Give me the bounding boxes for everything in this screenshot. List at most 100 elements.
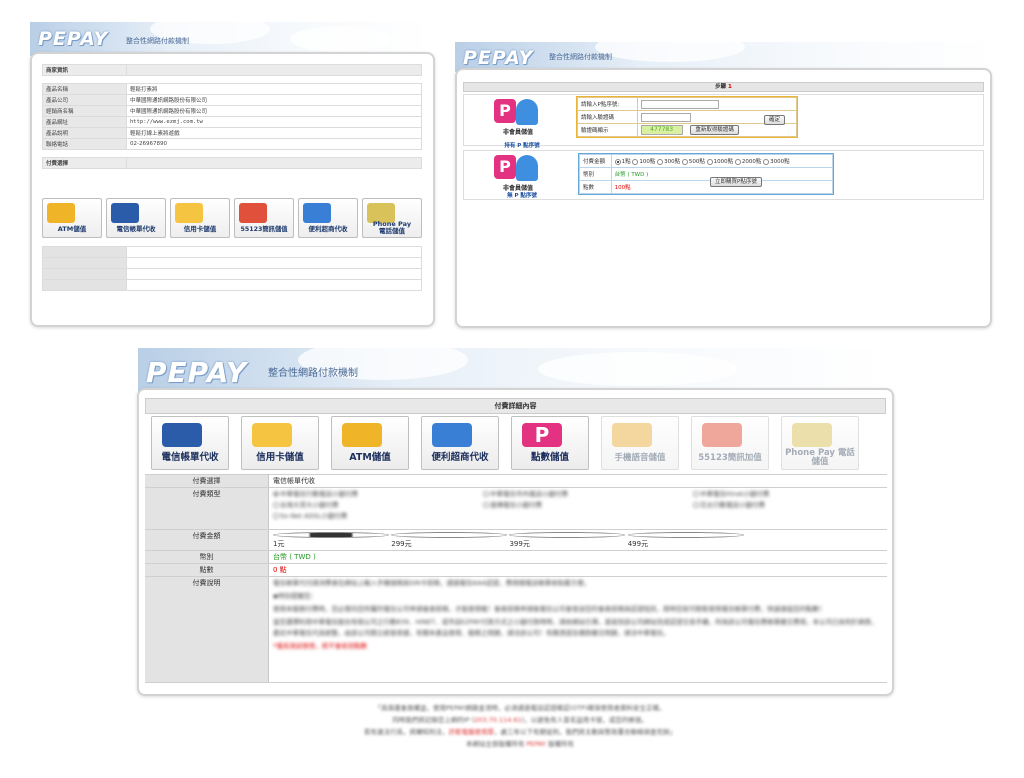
type-option[interactable]: 中華電信市內電話小額付費 xyxy=(483,489,673,500)
credit-card-button[interactable]: 信用卡儲值 xyxy=(241,416,319,470)
amount-radio-500[interactable]: 500點 xyxy=(681,158,705,165)
refresh-captcha-button[interactable]: 重新取得驗證碼 xyxy=(690,125,739,135)
amount-radio-399[interactable]: 399元 xyxy=(509,531,626,549)
atm-button[interactable]: ATM儲值 xyxy=(42,198,102,238)
pepay-logo: PEPAY xyxy=(146,356,248,389)
atm-icon xyxy=(47,203,75,223)
product-url-link[interactable]: http://www.ezmj.com.tw xyxy=(126,116,422,128)
amount-radio-1[interactable]: 1元 xyxy=(273,531,389,549)
banner-subtitle: 整合性網路付款機制 xyxy=(126,37,189,45)
points-button[interactable]: P 點數儲值 xyxy=(511,416,589,470)
captcha-image: 477783 xyxy=(640,125,683,135)
button-label: 便利超商代收 xyxy=(431,452,489,463)
ip-address: 203.70.114.61 xyxy=(474,716,522,724)
pepay-logo: PEPAY xyxy=(463,47,534,69)
payment-detail-table: 付費選擇 電信帳單代收 付費類型 中華電信行動電話小額付費 中華電信市內電話小額… xyxy=(145,474,887,683)
button-label: 便利超商代收 xyxy=(308,225,348,233)
button-label: 手機語音儲值 xyxy=(614,453,666,463)
footer-line: 同時我們將記錄您上網的IP (203.70.114.61)，以避免有人冒名盜用卡… xyxy=(392,716,648,724)
p-point-icon: P 非會員儲值 xyxy=(488,153,548,195)
banner-panel3: PEPAY 整合性網路付款機制 xyxy=(138,348,893,392)
convenience-store-button[interactable]: 便利超商代收 xyxy=(298,198,358,238)
telecom-billing-button[interactable]: 電信帳單代收 xyxy=(106,198,166,238)
empty-table xyxy=(42,246,422,291)
info-label: 經銷商名稱 xyxy=(42,105,127,117)
payment-buttons: ATM儲值 電信帳單代收 信用卡儲值 55123簡訊儲值 便利超商代收 Phon… xyxy=(42,198,422,238)
convenience-store-button[interactable]: 便利超商代收 xyxy=(421,416,499,470)
serial-input[interactable] xyxy=(640,99,719,109)
amount-radio-299[interactable]: 299元 xyxy=(391,531,508,549)
pp-card-panel: 步驟 1 P 非會員儲值 持有 P 點序號 請輸入P點序號: 請輸入驗證碼 驗證… xyxy=(455,68,992,328)
amount-radio-300[interactable]: 300點 xyxy=(657,158,680,165)
info-value: 02-26967890 xyxy=(126,138,422,150)
payment-method-icons: 電信帳單代收 信用卡儲值 ATM儲值 便利超商代收 P 點數儲值 手機語音儲值 … xyxy=(151,416,859,470)
info-label: 產品公司 xyxy=(42,94,127,106)
phone-pay-sublabel: 電話儲值 xyxy=(379,227,405,235)
button-label: 電信帳單代收 xyxy=(116,225,156,233)
credit-card-button[interactable]: 信用卡儲值 xyxy=(170,198,230,238)
currency-value: 台幣 ( TWD ) xyxy=(268,550,887,564)
info-value: 中華國際通訊網路股份有限公司 xyxy=(126,105,422,117)
phone-pay-button[interactable]: Phone Pay 電話儲值 xyxy=(362,198,422,238)
block-subtitle: 持有 P 點序號 xyxy=(504,143,540,149)
security-notice-footer: 「爲保護會員權益，使用PEPAY網路金流時，必須通過電話認證確認(OTP)確保使… xyxy=(200,702,840,750)
confirm-button[interactable]: 確定 xyxy=(764,115,786,125)
buy-serial-button[interactable]: 立即購買P點序號 xyxy=(710,177,762,187)
amount-radio-100[interactable]: 100點 xyxy=(632,158,655,165)
sms-icon xyxy=(239,203,267,223)
points-value: 0 點 xyxy=(268,563,887,577)
points-label: 點數 xyxy=(579,180,612,194)
phone-pay-button[interactable]: Phone Pay 電話儲值 xyxy=(781,416,859,470)
info-value: 輕鬆打素將 xyxy=(126,83,422,95)
amount-label: 付費金額 xyxy=(579,154,612,168)
description-label: 付費說明 xyxy=(145,576,269,683)
button-label: Phone Pay 電話儲值 xyxy=(363,221,421,235)
amount-options: 1點 100點 300點 500點 1000點 2000點 3000點 xyxy=(610,154,834,168)
currency-value: 台幣 ( TWD ) xyxy=(614,172,649,178)
button-label: 電信帳單代收 xyxy=(161,452,219,463)
type-option[interactable]: 中華電信行動電話小額付費 xyxy=(273,489,463,500)
code-label: 請輸入驗證碼 xyxy=(577,110,638,124)
banner-subtitle: 整合性網路付款機制 xyxy=(268,368,358,379)
telecom-billing-button[interactable]: 電信帳單代收 xyxy=(151,416,229,470)
type-option[interactable]: 亞太行動電話小額付費 xyxy=(693,500,883,511)
sms-button[interactable]: 55123簡訊儲值 xyxy=(234,198,294,238)
payment-header: 付費選擇 xyxy=(42,157,127,169)
mobile-voice-button[interactable]: 手機語音儲值 xyxy=(601,416,679,470)
credit-card-icon xyxy=(252,423,292,447)
step-number: 1 xyxy=(728,84,732,90)
type-option[interactable]: 台灣大哥大小額付費 xyxy=(273,500,463,511)
amount-radio-499[interactable]: 499元 xyxy=(627,531,744,549)
captcha-label: 驗證碼顯示 xyxy=(577,123,638,137)
merchant-header: 商家資訊 xyxy=(42,64,127,76)
amount-radio-1000[interactable]: 1000點 xyxy=(706,158,733,165)
currency-label: 幣別 xyxy=(579,167,612,181)
info-value: 中華國際通訊網路股份有限公司 xyxy=(126,94,422,106)
currency-label: 幣別 xyxy=(145,550,269,564)
type-option[interactable]: 中華電信Hinet小額付費 xyxy=(693,489,883,500)
payment-description: 電信帳單代付請消費者在網站上輸入手機號碼與SIN卡密碼，通過電信AAA認證，費用… xyxy=(268,576,887,683)
credit-card-icon xyxy=(175,203,203,223)
type-option[interactable]: 遠傳電信小額付費 xyxy=(483,500,673,511)
info-label: 產品名稱 xyxy=(42,83,127,95)
verification-code-input[interactable] xyxy=(640,112,691,122)
sms-button[interactable]: 55123簡訊加值 xyxy=(691,416,769,470)
serial-label: 請輸入P點序號: xyxy=(577,97,638,111)
info-label: 產品說明 xyxy=(42,127,127,139)
info-label: 聯絡電話 xyxy=(42,138,127,150)
p-point-icon: P xyxy=(522,423,562,447)
type-option[interactable]: So-Net ADSL小額付費 xyxy=(273,511,463,522)
amount-radio-2000[interactable]: 2000點 xyxy=(734,158,761,165)
banner-subtitle: 整合性網路付款機制 xyxy=(549,53,612,61)
atm-button[interactable]: ATM儲值 xyxy=(331,416,409,470)
step-bar: 步驟 1 xyxy=(463,82,984,92)
phone-icon xyxy=(162,423,202,447)
purchase-form: 付費金額 1點 100點 300點 500點 1000點 2000點 3000點… xyxy=(578,153,834,195)
warning-text: 詐欺電腦使用罪 xyxy=(448,728,495,736)
footer-line: 「爲保護會員權益，使用PEPAY網路金流時，必須通過電話認證確認(OTP)確保使… xyxy=(374,704,666,712)
member-serial-block: P 非會員儲值 持有 P 點序號 請輸入P點序號: 請輸入驗證碼 驗證碼顯示 4… xyxy=(463,94,984,149)
amount-options: 1元 299元 399元 499元 xyxy=(268,529,887,551)
amount-radio-1[interactable]: 1點 xyxy=(614,158,631,165)
amount-radio-3000[interactable]: 3000點 xyxy=(763,158,790,165)
button-label: ATM儲值 xyxy=(349,452,391,463)
